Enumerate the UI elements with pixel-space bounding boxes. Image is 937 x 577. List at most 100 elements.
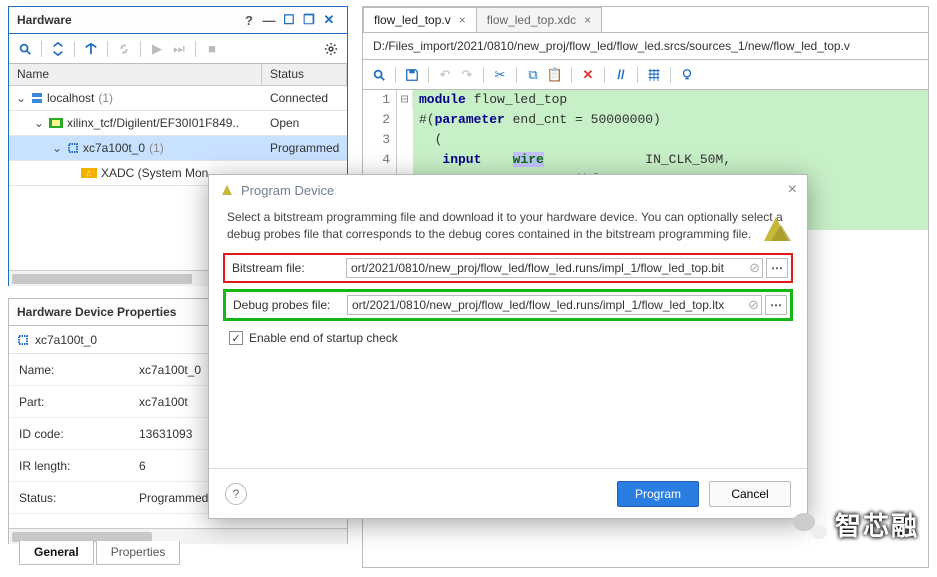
chevron-down-icon[interactable]: ⌄ [33, 116, 45, 130]
prop-key: ID code: [19, 427, 139, 441]
prop-key: Status: [19, 491, 139, 505]
row-count: (1) [98, 91, 113, 105]
row-label: XADC (System Mon [101, 166, 208, 180]
chevron-down-icon[interactable]: ⌄ [15, 91, 27, 105]
props-tabs: General Properties [19, 541, 180, 565]
chevron-down-icon[interactable]: ⌄ [51, 141, 63, 155]
link-icon[interactable] [114, 39, 134, 59]
hardware-tree: ⌄ localhost (1) Connected ⌄ xilinx_tcf/D… [9, 86, 347, 186]
search-icon[interactable] [15, 39, 35, 59]
col-status[interactable]: Status [262, 64, 347, 85]
comment-icon[interactable]: // [611, 65, 631, 85]
col-name[interactable]: Name [9, 64, 262, 85]
bulb-icon[interactable] [677, 65, 697, 85]
paste-icon[interactable]: 📋 [545, 65, 565, 85]
vivado-brand-icon [759, 211, 793, 245]
code-line[interactable]: 2 #(parameter end_cnt = 50000000) [363, 110, 928, 130]
dialog-message: Select a bitstream programming file and … [209, 205, 807, 253]
hardware-panel-title: Hardware ? — ☐ ❐ ✕ [9, 7, 347, 34]
device-name: xc7a100t_0 [35, 333, 97, 347]
tab-label: flow_led_top.xdc [487, 13, 576, 27]
code-text: module flow_led_top [413, 90, 928, 110]
server-icon [31, 92, 43, 104]
tab-label: flow_led_top.v [374, 13, 451, 27]
maximize-icon[interactable]: ☐ [279, 10, 299, 30]
prop-key: IR length: [19, 459, 139, 473]
play-icon[interactable]: ▶ [147, 39, 167, 59]
adc-icon: ⎍ [81, 168, 97, 178]
close-icon[interactable]: × [459, 13, 466, 27]
close-icon[interactable]: × [584, 13, 591, 27]
code-text: #(parameter end_cnt = 50000000) [413, 110, 928, 130]
collapse-all-icon[interactable] [48, 39, 68, 59]
browse-button[interactable]: ⋯ [766, 258, 788, 278]
line-number: 2 [363, 110, 397, 130]
redo-icon[interactable]: ↷ [457, 65, 477, 85]
browse-button[interactable]: ⋯ [765, 295, 787, 315]
startup-check[interactable]: ✓ Enable end of startup check [229, 331, 787, 345]
bitstream-input[interactable] [346, 258, 763, 278]
cut-icon[interactable]: ✂ [490, 65, 510, 85]
cancel-button[interactable]: Cancel [709, 481, 791, 507]
code-line[interactable]: 4 input wire IN_CLK_50M, [363, 150, 928, 170]
wechat-icon [793, 511, 827, 539]
format-icon[interactable] [644, 65, 664, 85]
row-status: Open [262, 116, 347, 130]
row-label: xc7a100t_0 [83, 141, 145, 155]
bitstream-label: Bitstream file: [228, 261, 340, 275]
tree-row-localhost[interactable]: ⌄ localhost (1) Connected [9, 86, 347, 111]
editor-tabs: flow_led_top.v × flow_led_top.xdc × [363, 7, 928, 33]
editor-tab-xdc[interactable]: flow_led_top.xdc × [476, 7, 602, 32]
props-title-text: Hardware Device Properties [17, 305, 176, 319]
hardware-toolbar: ▶ ⏭ ■ [9, 34, 347, 64]
gear-icon[interactable] [321, 39, 341, 59]
save-icon[interactable] [402, 65, 422, 85]
code-text: input wire IN_CLK_50M, [413, 150, 928, 170]
svg-text:⎍: ⎍ [87, 171, 92, 178]
fold-icon[interactable]: ⊟ [397, 90, 413, 110]
program-device-dialog: Program Device × Select a bitstream prog… [208, 174, 808, 519]
stop-icon[interactable]: ■ [202, 39, 222, 59]
copy-icon[interactable]: ⧉ [523, 65, 543, 85]
tree-row-cable[interactable]: ⌄ xilinx_tcf/Digilent/EF30I01F849.. Open [9, 111, 347, 136]
delete-icon[interactable]: ✕ [578, 65, 598, 85]
code-line[interactable]: 1⊟module flow_led_top [363, 90, 928, 110]
row-label: xilinx_tcf/Digilent/EF30I01F849.. [67, 116, 239, 130]
dialog-close-icon[interactable]: × [788, 181, 797, 199]
watermark: 智芯融 [793, 506, 919, 543]
undo-icon[interactable]: ↶ [435, 65, 455, 85]
dialog-title-text: Program Device [241, 183, 334, 198]
watermark-text: 智芯融 [835, 506, 919, 543]
code-text: ( [413, 130, 928, 150]
line-number: 4 [363, 150, 397, 170]
help-icon[interactable]: ? [239, 10, 259, 30]
editor-tab-v[interactable]: flow_led_top.v × [363, 7, 477, 32]
program-button[interactable]: Program [617, 481, 699, 507]
help-icon[interactable]: ? [225, 483, 247, 505]
dialog-message-text: Select a bitstream programming file and … [227, 210, 783, 241]
expand-icon[interactable] [81, 39, 101, 59]
row-label: localhost [47, 91, 94, 105]
tab-general[interactable]: General [19, 541, 94, 565]
restore-icon[interactable]: ❐ [299, 10, 319, 30]
checkbox-icon[interactable]: ✓ [229, 331, 243, 345]
step-icon[interactable]: ⏭ [169, 39, 189, 59]
code-line[interactable]: 3 ( [363, 130, 928, 150]
probes-label: Debug probes file: [229, 298, 341, 312]
line-number: 1 [363, 90, 397, 110]
tab-properties[interactable]: Properties [96, 541, 181, 565]
row-status: Programmed [262, 141, 347, 155]
minimize-icon[interactable]: — [259, 10, 279, 30]
tree-row-device[interactable]: ⌄ xc7a100t_0 (1) Programmed [9, 136, 347, 161]
close-icon[interactable]: ✕ [319, 10, 339, 30]
probes-input[interactable] [347, 295, 762, 315]
dialog-footer: ? Program Cancel [209, 468, 807, 518]
search-icon[interactable] [369, 65, 389, 85]
hardware-table-header: Name Status [9, 64, 347, 86]
vivado-logo-icon [219, 182, 235, 198]
prop-key: Part: [19, 395, 139, 409]
line-number: 3 [363, 130, 397, 150]
chip-blue-icon [67, 142, 79, 154]
bitstream-row: Bitstream file: ⊘ ⋯ [223, 253, 793, 283]
checkbox-label: Enable end of startup check [249, 331, 398, 345]
